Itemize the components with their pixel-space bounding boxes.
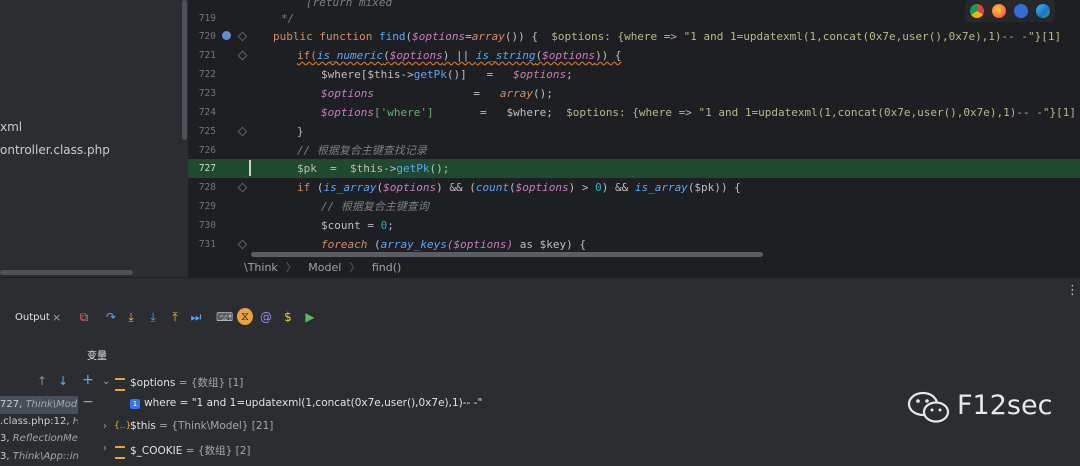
watch-icon[interactable]: @ <box>258 310 274 324</box>
restore-layout-icon[interactable]: ⧉ <box>76 310 92 324</box>
line-number: 720 <box>198 31 216 42</box>
fold-icon[interactable] <box>237 27 248 46</box>
line-number: 727 <box>198 163 216 174</box>
line-number: 725 <box>198 126 216 137</box>
variables-icon[interactable]: $ <box>280 310 296 324</box>
fold-icon[interactable] <box>237 46 248 65</box>
array-icon <box>115 446 125 459</box>
line-number: 728 <box>198 182 216 193</box>
step-over-icon[interactable]: ↷ <box>103 310 119 324</box>
code-line-725: } <box>297 125 304 138</box>
line-number: 722 <box>198 69 216 80</box>
browser-preview-bar <box>965 0 1055 22</box>
variables-title: 变量 <box>87 351 107 362</box>
wechat-icon <box>907 391 950 423</box>
fold-icon[interactable] <box>237 178 248 197</box>
variable-where[interactable]: where = "1 and 1=updatexml(1,concat(0x7e… <box>144 397 482 409</box>
code-line-730: $count = 0; <box>321 219 394 232</box>
line-number: 724 <box>198 107 216 118</box>
project-tree[interactable]: xml ontroller.class.php <box>0 0 188 277</box>
code-line-724: $options['where'] = $where; $options: {w… <box>321 106 1077 119</box>
more-options-icon[interactable]: ⋮ <box>1066 283 1079 298</box>
code-line-729: // 根据复合主键查询 <box>321 200 429 213</box>
collapse-chevron-icon[interactable]: › <box>103 443 107 454</box>
edge-icon[interactable] <box>1036 4 1050 18</box>
code-line-720: public function find($options=array()) {… <box>273 30 1062 43</box>
text-caret <box>249 160 251 176</box>
line-number: 721 <box>198 50 216 61</box>
breadcrumb: \Think 〉 Model 〉 find() <box>244 261 402 274</box>
line-number: 719 <box>198 13 216 24</box>
tree-item-xml[interactable]: xml <box>0 120 22 134</box>
frame-item[interactable]: 3, ReflectionMe <box>0 430 78 448</box>
code-line-726: // 根据复合主键查找记录 <box>297 144 427 157</box>
force-step-into-icon[interactable]: ⤓ <box>145 310 161 324</box>
breakpoint-icon[interactable] <box>222 31 231 40</box>
resume-icon[interactable]: ▶ <box>302 310 318 324</box>
expand-chevron-icon[interactable]: ⌄ <box>102 376 110 387</box>
line-number: 723 <box>198 88 216 99</box>
frame-item[interactable]: 727, Think\Mod <box>0 396 78 414</box>
field-icon: 1 <box>130 399 140 409</box>
debug-tool-window: ⋮ Output × ⧉ ↷ ⤓ ⤓ ⤒ ⏭ ⌨ ⧖ @ $ ▶ 变量 ↑ ↓ … <box>0 277 1080 462</box>
watermark-text: F12sec <box>957 390 1053 421</box>
console-icon[interactable]: ⌨ <box>216 310 233 324</box>
code-line-723: $options = array(); <box>321 87 553 100</box>
editor-horizontal-scrollbar[interactable] <box>251 252 763 257</box>
line-number: 726 <box>198 145 216 156</box>
tree-scrollbar[interactable] <box>182 0 187 140</box>
variable-options[interactable]: $options = {数组} [1] <box>130 375 243 390</box>
line-number: 730 <box>198 220 216 231</box>
code-line-721: if(is_numeric($options) || is_string($op… <box>297 49 622 62</box>
tab-close-icon[interactable]: × <box>52 311 61 324</box>
frame-up-icon[interactable]: ↑ <box>37 374 47 388</box>
variable-this[interactable]: $this = {Think\Model} [21] <box>130 420 273 432</box>
breadcrumb-class[interactable]: Model <box>308 261 341 274</box>
fold-icon[interactable] <box>237 235 248 254</box>
evaluate-icon[interactable]: ⧖ <box>237 308 253 325</box>
code-line-722: $where[$this->getPk()] = $options; <box>321 68 573 81</box>
object-icon: {..} <box>114 421 132 431</box>
ie-icon[interactable] <box>1014 4 1028 18</box>
array-icon <box>115 378 125 391</box>
tree-horizontal-scrollbar[interactable] <box>0 270 133 275</box>
line-number: 731 <box>198 239 216 250</box>
remove-watch-icon[interactable]: − <box>82 394 94 410</box>
code-line-727: $pk = $this->getPk(); <box>297 162 450 175</box>
fold-icon[interactable] <box>237 122 248 141</box>
run-to-cursor-icon[interactable]: ⏭ <box>188 310 204 324</box>
collapse-chevron-icon[interactable]: › <box>103 421 107 432</box>
code-editor[interactable]: [return mixed 719 */ 720 public function… <box>188 0 1080 277</box>
breadcrumb-namespace[interactable]: \Think <box>244 261 278 274</box>
frame-down-icon[interactable]: ↓ <box>58 374 68 388</box>
code-line-728: if (is_array($options) && (count($option… <box>297 181 741 194</box>
variable-cookie[interactable]: $_COOKIE = {数组} [2] <box>130 443 250 458</box>
step-into-icon[interactable]: ⤓ <box>123 310 139 324</box>
chrome-icon[interactable] <box>970 4 984 18</box>
firefox-icon[interactable] <box>992 4 1006 18</box>
frame-item[interactable]: .class.php:12, Ho <box>0 413 78 431</box>
frame-item[interactable]: 3, Think\App::in <box>0 448 78 466</box>
step-out-icon[interactable]: ⤒ <box>167 310 183 324</box>
breadcrumb-method[interactable]: find() <box>372 261 401 274</box>
line-number: 729 <box>198 201 216 212</box>
add-watch-icon[interactable]: + <box>82 372 94 388</box>
watermark: F12sec <box>907 390 1052 430</box>
tree-item-controller[interactable]: ontroller.class.php <box>0 143 110 157</box>
code-line-719: */ <box>281 12 295 25</box>
tab-output[interactable]: Output <box>15 312 50 323</box>
